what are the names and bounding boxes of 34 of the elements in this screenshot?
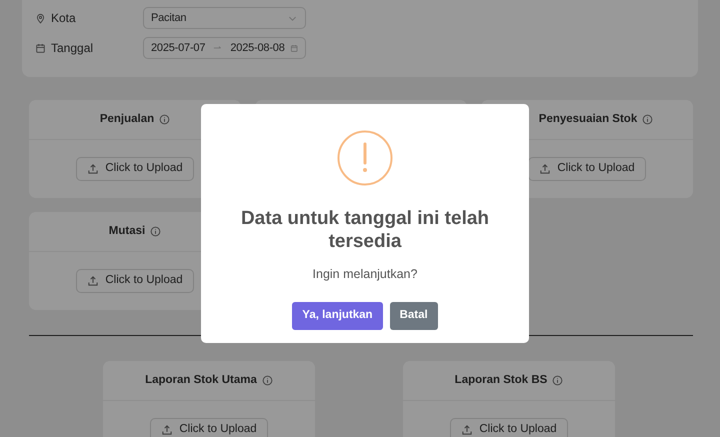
dialog-text: Ingin melanjutkan? <box>312 266 418 283</box>
upload-button[interactable]: Click to Upload <box>450 418 568 437</box>
upload-button[interactable]: Click to Upload <box>76 157 194 181</box>
card-title: Penyesuaian Stok <box>538 112 638 127</box>
card-title: Penjualan <box>100 112 154 127</box>
info-icon <box>159 114 170 125</box>
info-icon <box>262 375 273 386</box>
field-label: Kota <box>51 10 76 27</box>
card-title: Mutasi <box>108 224 146 239</box>
upload-icon <box>87 275 100 287</box>
warning-icon <box>337 130 393 186</box>
card-title: Laporan Stok Utama <box>145 372 257 388</box>
date-range-field[interactable]: 2025-07-07 2025-08-08 <box>143 37 306 59</box>
city-select[interactable]: Pacitan <box>143 7 306 29</box>
start-date[interactable]: 2025-07-07 <box>151 40 206 56</box>
upload-icon <box>539 163 552 175</box>
dialog-title: Data untuk tanggal ini telah tersedia <box>240 207 490 253</box>
info-icon <box>150 226 162 237</box>
field-label: Tanggal <box>51 40 94 57</box>
upload-button[interactable]: Click to Upload <box>528 157 646 181</box>
confirm-button[interactable]: Ya, lanjutkan <box>292 302 383 330</box>
calendar-icon <box>290 42 298 54</box>
end-date[interactable]: 2025-08-08 <box>230 40 285 56</box>
cancel-button[interactable]: Batal <box>390 302 438 330</box>
upload-icon <box>161 424 174 436</box>
card-title: Laporan Stok BS <box>454 372 548 388</box>
info-icon <box>642 114 654 125</box>
upload-button[interactable]: Click to Upload <box>150 418 268 437</box>
calendar-icon <box>35 42 46 54</box>
location-icon <box>35 12 46 24</box>
info-icon <box>552 375 564 386</box>
upload-icon <box>461 424 474 436</box>
upload-button[interactable]: Click to Upload <box>76 269 194 293</box>
upload-icon <box>87 163 100 175</box>
